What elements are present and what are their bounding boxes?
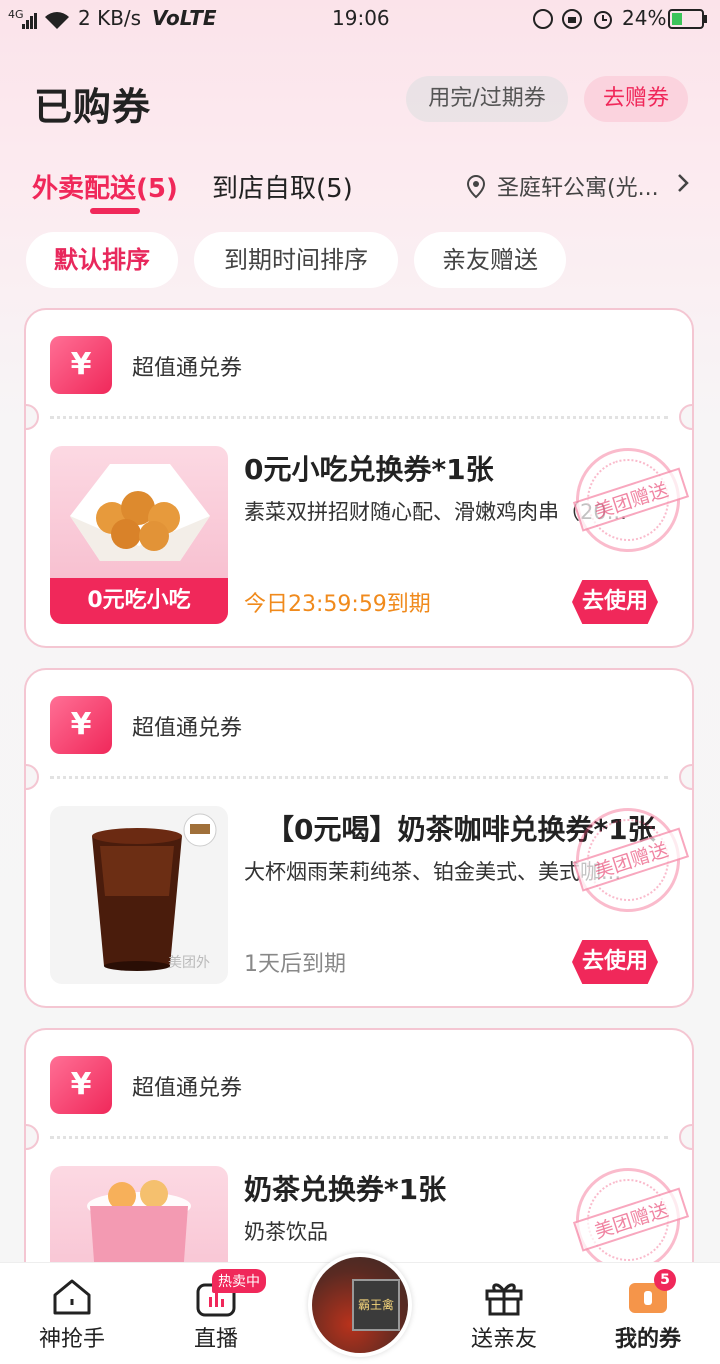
coupon-thumbnail: 美团外 bbox=[50, 806, 228, 984]
battery-icon bbox=[668, 9, 708, 34]
use-coupon-button[interactable]: 去使用 bbox=[572, 940, 658, 984]
use-coupon-button[interactable]: 去使用 bbox=[572, 580, 658, 624]
location-text: 圣庭轩公寓(光... bbox=[497, 176, 659, 201]
bottom-navigation: 神抢手 直播 热卖中 霸王禽 送亲友 我的券 5 bbox=[0, 1253, 720, 1364]
sort-expiry-button[interactable]: 到期时间排序 bbox=[194, 232, 398, 288]
gift-stamp: 美团赠送 bbox=[562, 434, 692, 566]
nav-label: 送亲友 bbox=[470, 1327, 537, 1352]
coupon-card[interactable]: ¥ 超值通兑券 0元吃小吃 0元小吃兑换券*1张 素菜双拼招财随心配、滑嫩鸡肉串… bbox=[24, 308, 694, 648]
card-notch bbox=[679, 1124, 692, 1150]
thumbnail-watermark: 美团外 bbox=[168, 955, 210, 971]
tab-delivery[interactable]: 外卖配送(5) bbox=[32, 168, 178, 205]
center-promo-button[interactable]: 霸王禽 bbox=[308, 1253, 412, 1357]
coupon-count-badge: 5 bbox=[654, 1269, 676, 1291]
home-icon bbox=[51, 1277, 93, 1317]
battery-level: 24% bbox=[622, 6, 667, 30]
yen-coupon-icon: ¥ bbox=[50, 336, 112, 394]
dotted-divider bbox=[50, 1136, 668, 1139]
card-notch bbox=[26, 404, 39, 430]
hot-badge: 热卖中 bbox=[212, 1269, 266, 1293]
coupon-card[interactable]: ¥ 超值通兑券 美团外 【0元喝】奶茶咖啡兑换券*1张 大杯烟雨茉莉纯茶、铂金美… bbox=[24, 668, 694, 1008]
coupon-title: 奶茶兑换券*1张 bbox=[244, 1173, 447, 1206]
dotted-divider bbox=[50, 416, 668, 419]
volte-indicator: VoLTE bbox=[152, 6, 217, 30]
promo-image: 霸王禽 bbox=[312, 1257, 408, 1353]
status-bar: 4G 2 KB/s VoLTE 19:06 24% bbox=[0, 0, 720, 38]
coupon-type: 超值通兑券 bbox=[132, 716, 243, 741]
nav-label: 直播 bbox=[193, 1327, 238, 1352]
card-notch bbox=[679, 404, 692, 430]
clock: 19:06 bbox=[332, 6, 390, 30]
wifi-icon bbox=[44, 10, 70, 34]
card-notch bbox=[26, 764, 39, 790]
nav-label: 神抢手 bbox=[38, 1327, 105, 1352]
status-icons bbox=[532, 8, 622, 35]
coupon-type: 超值通兑券 bbox=[132, 1076, 243, 1101]
location-pin-icon bbox=[466, 174, 486, 199]
signal-icon bbox=[22, 10, 38, 34]
yen-coupon-icon: ¥ bbox=[50, 1056, 112, 1114]
card-notch bbox=[26, 1124, 39, 1150]
dotted-divider bbox=[50, 776, 668, 779]
coupon-type: 超值通兑券 bbox=[132, 356, 243, 381]
fried-chicken-image bbox=[70, 464, 210, 561]
location-selector[interactable]: 圣庭轩公寓(光... bbox=[466, 170, 696, 202]
nav-item-live[interactable]: 直播 热卖中 bbox=[156, 1269, 276, 1353]
chevron-right-icon[interactable] bbox=[676, 172, 690, 198]
promo-brand-text: 霸王禽 bbox=[357, 1298, 394, 1312]
expired-coupons-button[interactable]: 用完/过期券 bbox=[406, 76, 568, 122]
yen-coupon-icon: ¥ bbox=[50, 696, 112, 754]
sort-default-button[interactable]: 默认排序 bbox=[26, 232, 178, 288]
expiry-text: 1天后到期 bbox=[244, 952, 346, 977]
coupon-title: 0元小吃兑换券*1张 bbox=[244, 453, 494, 486]
network-speed: 2 KB/s bbox=[78, 6, 142, 30]
nav-item-gift-friends[interactable]: 送亲友 bbox=[444, 1277, 564, 1353]
page-title: 已购券 bbox=[34, 85, 152, 129]
active-tab-indicator bbox=[90, 208, 140, 214]
card-notch bbox=[679, 764, 692, 790]
gift-coupon-button[interactable]: 去赠券 bbox=[584, 76, 688, 122]
nav-item-my-coupons[interactable]: 我的券 5 bbox=[588, 1269, 708, 1353]
gift-icon bbox=[483, 1277, 525, 1317]
promo-bag: 霸王禽 bbox=[352, 1279, 400, 1331]
nav-item-home[interactable]: 神抢手 bbox=[12, 1277, 132, 1353]
expiry-text: 今日23:59:59到期 bbox=[244, 592, 431, 617]
tab-pickup[interactable]: 到店自取(5) bbox=[212, 168, 353, 205]
thumbnail-label: 0元吃小吃 bbox=[50, 578, 228, 624]
sort-gifted-button[interactable]: 亲友赠送 bbox=[414, 232, 566, 288]
nav-label: 我的券 bbox=[614, 1327, 681, 1352]
coupon-thumbnail: 0元吃小吃 bbox=[50, 446, 228, 624]
